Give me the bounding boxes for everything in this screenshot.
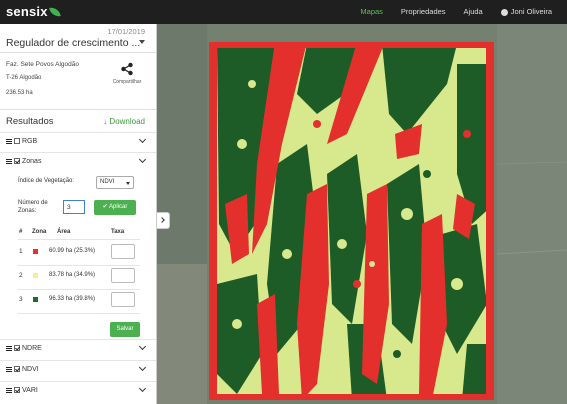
user-icon	[500, 8, 508, 16]
chevron-down-icon[interactable]	[138, 384, 147, 393]
divider	[18, 239, 140, 240]
chevron-right-icon	[159, 217, 165, 223]
zone-row: 3 96.33 ha (39.8%)	[0, 289, 156, 313]
layer-ndre-checkbox[interactable]	[14, 345, 20, 351]
zone-area: 83.78 ha (34.9%)	[49, 272, 96, 278]
col-header-num: #	[19, 229, 23, 235]
logo-text: sensix	[6, 4, 48, 19]
drag-handle-icon[interactable]	[6, 346, 12, 351]
zone-swatch-yellow	[33, 273, 38, 278]
zone-area: 96.33 ha (39.8%)	[49, 296, 96, 302]
download-link[interactable]: ↓ Download	[103, 117, 145, 126]
zone-num: 2	[19, 272, 23, 279]
plot-name: T-26 Algodão	[6, 75, 42, 81]
share-icon	[121, 62, 133, 76]
leaf-icon	[48, 5, 61, 18]
col-header-area: Área	[57, 229, 71, 235]
nav-propriedades[interactable]: Propriedades	[392, 0, 455, 24]
layer-rgb-label: RGB	[22, 138, 38, 145]
product-select[interactable]: Regulador de crescimento ...	[6, 37, 140, 49]
zone-num: 3	[19, 296, 23, 303]
zone-row: 1 60.99 ha (25.3%)	[0, 241, 156, 265]
sensix-logo[interactable]: sensix	[6, 4, 61, 19]
vegetation-index-label: Índice de Vegetação:	[18, 178, 75, 184]
layer-rgb-checkbox[interactable]	[14, 138, 20, 144]
zone-count-value: 3	[67, 204, 71, 211]
chevron-down-icon[interactable]	[138, 363, 147, 372]
layer-ndvi[interactable]: NDVI	[0, 360, 156, 380]
chevron-down-icon[interactable]	[138, 135, 147, 144]
share-label: Compartilhar	[112, 79, 142, 85]
layer-rgb[interactable]: RGB	[0, 132, 156, 152]
share-button[interactable]: Compartilhar	[112, 62, 142, 85]
col-header-rate: Taxa	[111, 229, 125, 235]
layer-ndre-label: NDRE	[22, 345, 42, 352]
zone-area: 60.99 ha (25.3%)	[49, 248, 96, 254]
drag-handle-icon[interactable]	[6, 367, 12, 372]
chevron-down-icon[interactable]	[138, 342, 147, 351]
layer-vari-label: VARI	[22, 387, 38, 394]
layer-ndvi-label: NDVI	[22, 366, 39, 373]
zone-num: 1	[19, 248, 23, 255]
vegetation-index-value: NDVI	[100, 179, 115, 185]
zone-count-label: Número de Zonas:	[18, 200, 48, 214]
zone-swatch-red	[33, 249, 38, 254]
layer-zonas[interactable]: Zonas	[0, 152, 156, 172]
sidebar: 17/01/2019 Regulador de crescimento ... …	[0, 24, 157, 404]
caret-down-icon	[126, 182, 130, 185]
nav-ajuda[interactable]: Ajuda	[455, 0, 492, 24]
layer-ndvi-checkbox[interactable]	[14, 366, 20, 372]
zone-rate-input[interactable]	[111, 292, 135, 307]
divider	[0, 52, 156, 53]
divider	[0, 109, 156, 110]
drag-handle-icon[interactable]	[6, 159, 12, 164]
layer-vari[interactable]: VARI	[0, 381, 156, 401]
results-title: Resultados	[6, 116, 54, 127]
main-nav: Mapas Propriedades Ajuda Joni Oliveira	[351, 0, 561, 24]
divider	[18, 313, 140, 314]
zone-row: 2 83.78 ha (34.9%)	[0, 265, 156, 289]
layer-vari-checkbox[interactable]	[14, 387, 20, 393]
farm-name: Faz. Sete Povos Algodão	[6, 61, 79, 68]
chevron-down-icon[interactable]	[139, 40, 145, 44]
save-button[interactable]: Salvar	[110, 322, 140, 337]
sidebar-toggle[interactable]	[157, 212, 170, 229]
zone-count-input[interactable]: 3	[63, 200, 85, 214]
drag-handle-icon[interactable]	[6, 388, 12, 393]
layer-zonas-checkbox[interactable]	[14, 158, 20, 164]
vegetation-index-select[interactable]: NDVI	[96, 176, 134, 189]
layer-ndre[interactable]: NDRE	[0, 339, 156, 359]
apply-button[interactable]: ✔ Aplicar	[94, 200, 136, 215]
chevron-down-icon[interactable]	[138, 155, 147, 164]
user-menu[interactable]: Joni Oliveira	[492, 0, 561, 24]
drag-handle-icon[interactable]	[6, 139, 12, 144]
map-view[interactable]	[157, 24, 567, 404]
zone-rate-input[interactable]	[111, 268, 135, 283]
user-name: Joni Oliveira	[510, 7, 552, 16]
zone-swatch-green	[33, 297, 38, 302]
layer-zonas-label: Zonas	[22, 158, 42, 165]
col-header-zone: Zona	[32, 229, 47, 235]
report-date: 17/01/2019	[107, 27, 145, 36]
top-navbar: sensix Mapas Propriedades Ajuda Joni Oli…	[0, 0, 567, 24]
zone-rate-input[interactable]	[111, 244, 135, 259]
nav-mapas[interactable]: Mapas	[351, 0, 392, 24]
zone-map[interactable]	[157, 24, 567, 404]
plot-area: 236.53 ha	[6, 90, 33, 96]
